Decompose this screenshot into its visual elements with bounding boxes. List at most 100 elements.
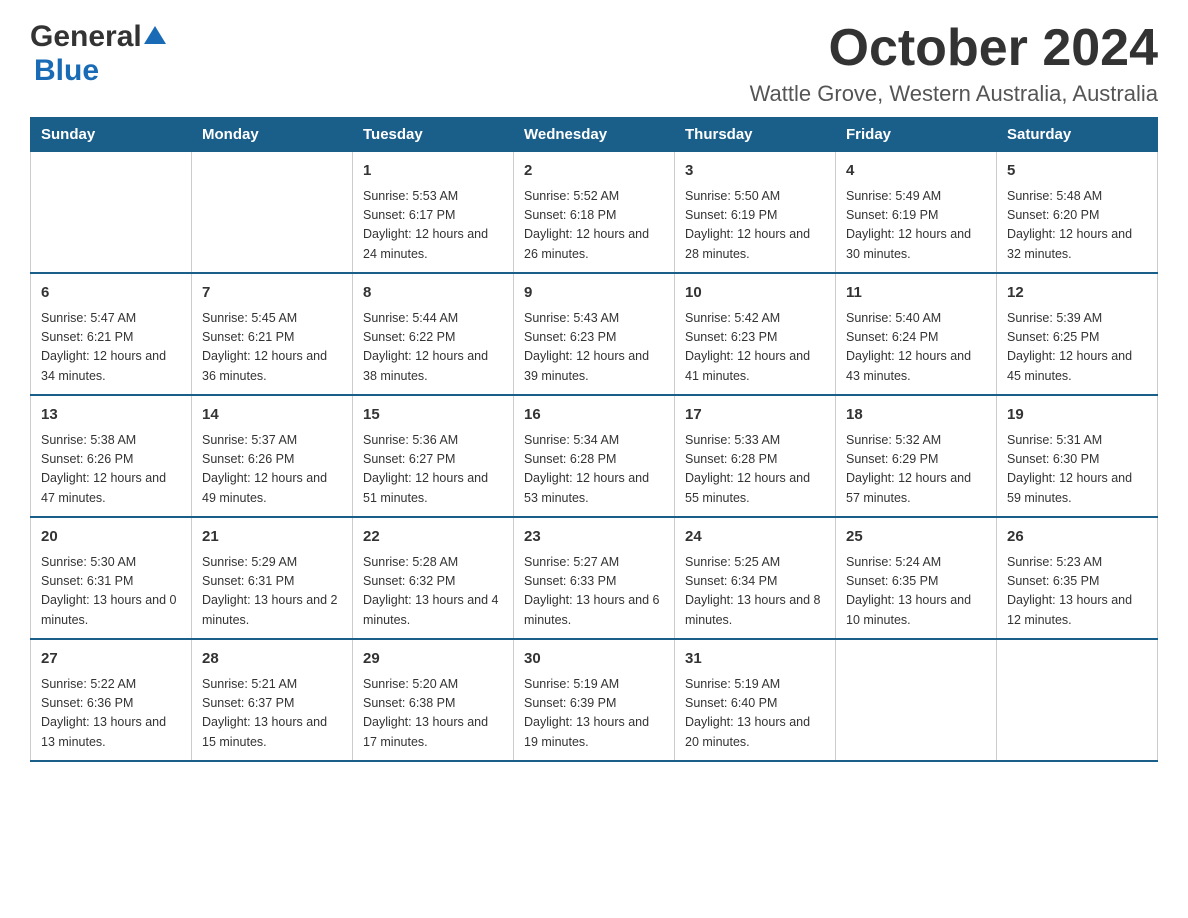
day-number: 26 [1007, 526, 1147, 549]
week-row-4: 20 Sunrise: 5:30 AMSunset: 6:31 PMDayligh… [31, 517, 1158, 639]
week-row-2: 6Sunrise: 5:47 AMSunset: 6:21 PMDaylight… [31, 273, 1158, 395]
calendar-cell: 18Sunrise: 5:32 AMSunset: 6:29 PMDayligh… [836, 395, 997, 517]
calendar-cell: 22 Sunrise: 5:28 AMSunset: 6:32 PMDayligh… [353, 517, 514, 639]
calendar-cell [997, 639, 1158, 761]
calendar-cell: 27 Sunrise: 5:22 AMSunset: 6:36 PMDayligh… [31, 639, 192, 761]
day-number: 8 [363, 282, 503, 305]
day-info: Sunrise: 5:25 AMSunset: 6:34 PMDaylight:… [685, 553, 825, 631]
day-info: Sunrise: 5:44 AMSunset: 6:22 PMDaylight:… [363, 309, 503, 387]
day-number: 12 [1007, 282, 1147, 305]
col-header-thursday: Thursday [675, 118, 836, 152]
day-info: Sunrise: 5:27 AMSunset: 6:33 PMDaylight:… [524, 553, 664, 631]
day-number: 29 [363, 648, 503, 671]
calendar-table: SundayMondayTuesdayWednesdayThursdayFrid… [30, 117, 1158, 762]
calendar-cell: 5 Sunrise: 5:48 AMSunset: 6:20 PMDaylight… [997, 152, 1158, 274]
day-info: Sunrise: 5:43 AMSunset: 6:23 PMDaylight:… [524, 309, 664, 387]
day-info: Sunrise: 5:21 AMSunset: 6:37 PMDaylight:… [202, 675, 342, 753]
calendar-cell: 11 Sunrise: 5:40 AMSunset: 6:24 PMDayligh… [836, 273, 997, 395]
calendar-cell: 14Sunrise: 5:37 AMSunset: 6:26 PMDayligh… [192, 395, 353, 517]
day-number: 3 [685, 160, 825, 183]
calendar-cell: 7 Sunrise: 5:45 AMSunset: 6:21 PMDaylight… [192, 273, 353, 395]
calendar-cell [836, 639, 997, 761]
logo-general-text: General [30, 20, 142, 54]
day-info: Sunrise: 5:34 AMSunset: 6:28 PMDaylight:… [524, 431, 664, 509]
calendar-cell [31, 152, 192, 274]
day-info: Sunrise: 5:45 AMSunset: 6:21 PMDaylight:… [202, 309, 342, 387]
calendar-cell: 3 Sunrise: 5:50 AMSunset: 6:19 PMDaylight… [675, 152, 836, 274]
col-header-monday: Monday [192, 118, 353, 152]
day-number: 16 [524, 404, 664, 427]
logo-triangle-icon [144, 24, 166, 46]
calendar-cell: 1 Sunrise: 5:53 AMSunset: 6:17 PMDaylight… [353, 152, 514, 274]
calendar-cell: 19 Sunrise: 5:31 AMSunset: 6:30 PMDayligh… [997, 395, 1158, 517]
day-info: Sunrise: 5:36 AMSunset: 6:27 PMDaylight:… [363, 431, 503, 509]
week-row-5: 27 Sunrise: 5:22 AMSunset: 6:36 PMDayligh… [31, 639, 1158, 761]
day-number: 2 [524, 160, 664, 183]
day-number: 30 [524, 648, 664, 671]
calendar-cell: 31Sunrise: 5:19 AMSunset: 6:40 PMDayligh… [675, 639, 836, 761]
day-info: Sunrise: 5:19 AMSunset: 6:39 PMDaylight:… [524, 675, 664, 753]
day-info: Sunrise: 5:38 AMSunset: 6:26 PMDaylight:… [41, 431, 181, 509]
day-info: Sunrise: 5:53 AMSunset: 6:17 PMDaylight:… [363, 187, 503, 265]
day-info: Sunrise: 5:50 AMSunset: 6:19 PMDaylight:… [685, 187, 825, 265]
week-row-1: 1 Sunrise: 5:53 AMSunset: 6:17 PMDaylight… [31, 152, 1158, 274]
day-number: 1 [363, 160, 503, 183]
day-number: 24 [685, 526, 825, 549]
calendar-cell: 17 Sunrise: 5:33 AMSunset: 6:28 PMDayligh… [675, 395, 836, 517]
day-number: 15 [363, 404, 503, 427]
day-number: 7 [202, 282, 342, 305]
day-number: 10 [685, 282, 825, 305]
calendar-cell [192, 152, 353, 274]
calendar-cell: 21Sunrise: 5:29 AMSunset: 6:31 PMDayligh… [192, 517, 353, 639]
day-number: 27 [41, 648, 181, 671]
day-number: 5 [1007, 160, 1147, 183]
day-number: 9 [524, 282, 664, 305]
calendar-cell: 25Sunrise: 5:24 AMSunset: 6:35 PMDayligh… [836, 517, 997, 639]
day-info: Sunrise: 5:33 AMSunset: 6:28 PMDaylight:… [685, 431, 825, 509]
day-info: Sunrise: 5:40 AMSunset: 6:24 PMDaylight:… [846, 309, 986, 387]
day-number: 28 [202, 648, 342, 671]
day-number: 25 [846, 526, 986, 549]
day-info: Sunrise: 5:39 AMSunset: 6:25 PMDaylight:… [1007, 309, 1147, 387]
calendar-cell: 10 Sunrise: 5:42 AMSunset: 6:23 PMDayligh… [675, 273, 836, 395]
col-header-friday: Friday [836, 118, 997, 152]
calendar-cell: 9 Sunrise: 5:43 AMSunset: 6:23 PMDaylight… [514, 273, 675, 395]
calendar-cell: 6Sunrise: 5:47 AMSunset: 6:21 PMDaylight… [31, 273, 192, 395]
day-info: Sunrise: 5:29 AMSunset: 6:31 PMDaylight:… [202, 553, 342, 631]
day-number: 23 [524, 526, 664, 549]
day-number: 31 [685, 648, 825, 671]
calendar-cell: 12 Sunrise: 5:39 AMSunset: 6:25 PMDayligh… [997, 273, 1158, 395]
day-info: Sunrise: 5:30 AMSunset: 6:31 PMDaylight:… [41, 553, 181, 631]
title-section: October 2024 Wattle Grove, Western Austr… [750, 20, 1158, 107]
day-info: Sunrise: 5:42 AMSunset: 6:23 PMDaylight:… [685, 309, 825, 387]
calendar-cell: 26Sunrise: 5:23 AMSunset: 6:35 PMDayligh… [997, 517, 1158, 639]
calendar-header: SundayMondayTuesdayWednesdayThursdayFrid… [31, 118, 1158, 152]
col-header-wednesday: Wednesday [514, 118, 675, 152]
week-row-3: 13 Sunrise: 5:38 AMSunset: 6:26 PMDayligh… [31, 395, 1158, 517]
day-number: 20 [41, 526, 181, 549]
day-number: 13 [41, 404, 181, 427]
calendar-cell: 23 Sunrise: 5:27 AMSunset: 6:33 PMDayligh… [514, 517, 675, 639]
day-number: 19 [1007, 404, 1147, 427]
day-number: 17 [685, 404, 825, 427]
day-info: Sunrise: 5:31 AMSunset: 6:30 PMDaylight:… [1007, 431, 1147, 509]
calendar-cell: 2Sunrise: 5:52 AMSunset: 6:18 PMDaylight… [514, 152, 675, 274]
col-header-tuesday: Tuesday [353, 118, 514, 152]
calendar-body: 1 Sunrise: 5:53 AMSunset: 6:17 PMDaylight… [31, 152, 1158, 762]
calendar-cell: 13 Sunrise: 5:38 AMSunset: 6:26 PMDayligh… [31, 395, 192, 517]
day-number: 22 [363, 526, 503, 549]
day-info: Sunrise: 5:28 AMSunset: 6:32 PMDaylight:… [363, 553, 503, 631]
day-number: 6 [41, 282, 181, 305]
calendar-cell: 29Sunrise: 5:20 AMSunset: 6:38 PMDayligh… [353, 639, 514, 761]
month-title: October 2024 [750, 20, 1158, 77]
day-info: Sunrise: 5:48 AMSunset: 6:20 PMDaylight:… [1007, 187, 1147, 265]
page-header: General Blue October 2024 Wattle Grove, … [30, 20, 1158, 107]
day-info: Sunrise: 5:22 AMSunset: 6:36 PMDaylight:… [41, 675, 181, 753]
day-number: 18 [846, 404, 986, 427]
calendar-cell: 8 Sunrise: 5:44 AMSunset: 6:22 PMDaylight… [353, 273, 514, 395]
calendar-cell: 15 Sunrise: 5:36 AMSunset: 6:27 PMDayligh… [353, 395, 514, 517]
calendar-cell: 16 Sunrise: 5:34 AMSunset: 6:28 PMDayligh… [514, 395, 675, 517]
col-header-saturday: Saturday [997, 118, 1158, 152]
calendar-cell: 28 Sunrise: 5:21 AMSunset: 6:37 PMDayligh… [192, 639, 353, 761]
day-number: 11 [846, 282, 986, 305]
